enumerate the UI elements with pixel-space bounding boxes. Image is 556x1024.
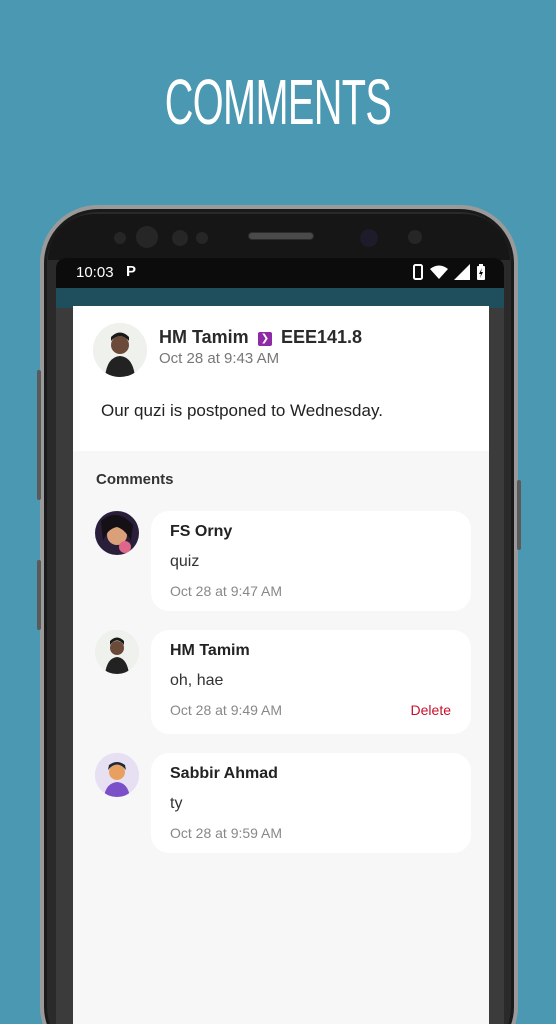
sensor-icon [408, 230, 422, 244]
battery-icon [477, 264, 485, 280]
commenter-avatar[interactable] [95, 511, 139, 555]
phone-side-button [37, 370, 41, 500]
comment-author[interactable]: Sabbir Ahmad [170, 765, 278, 783]
person-avatar-icon [95, 753, 139, 797]
comment-bubble: HM Tamim oh, hae Oct 28 at 9:49 AM Delet… [151, 630, 471, 734]
phone-side-button [37, 560, 41, 630]
comment-timestamp: Oct 28 at 9:49 AM [170, 702, 283, 718]
person-avatar-icon [95, 511, 139, 555]
signal-icon [454, 264, 470, 280]
sensor-icon [196, 232, 208, 244]
post-timestamp: Oct 28 at 9:43 AM [159, 350, 280, 367]
commenter-avatar[interactable] [95, 753, 139, 797]
comment-item: Sabbir Ahmad ty Oct 28 at 9:59 AM [95, 753, 489, 858]
comment-item: FS Orny quiz Oct 28 at 9:47 AM [95, 511, 489, 616]
vibrate-icon [413, 264, 423, 280]
delete-comment-button[interactable]: Delete [411, 702, 451, 718]
app-bar [56, 288, 504, 308]
speaker-grille [248, 232, 314, 240]
app-notification-icon: P [126, 263, 137, 280]
banner-title: COMMENTS [164, 66, 392, 138]
comment-text: oh, hae [170, 672, 224, 689]
post-author[interactable]: HM Tamim [159, 327, 249, 348]
person-avatar-icon [95, 630, 139, 674]
status-bar: 10:03 P [56, 258, 504, 288]
author-avatar[interactable] [93, 323, 147, 377]
chevron-right-icon: ❯ [258, 332, 272, 346]
status-time: 10:03 [76, 264, 114, 281]
comment-timestamp: Oct 28 at 9:47 AM [170, 583, 283, 599]
post-card: HM Tamim ❯ EEE141.8 Oct 28 at 9:43 AM Ou… [73, 306, 489, 451]
comment-bubble: FS Orny quiz Oct 28 at 9:47 AM [151, 511, 471, 611]
sensor-icon [114, 232, 126, 244]
wifi-icon [430, 265, 448, 279]
phone-power-button [517, 480, 521, 550]
comment-text: quiz [170, 553, 200, 570]
phone-screen: 10:03 P HM Tamim ❯ EEE141.8 Oct 28 at 9:… [56, 258, 504, 1024]
post-class-name[interactable]: EEE141.8 [281, 327, 362, 348]
post-body: Our quzi is postponed to Wednesday. [101, 401, 383, 420]
comment-author[interactable]: HM Tamim [170, 642, 250, 660]
sensor-icon [136, 226, 158, 248]
comment-author[interactable]: FS Orny [170, 523, 232, 541]
comments-sheet: HM Tamim ❯ EEE141.8 Oct 28 at 9:43 AM Ou… [73, 306, 489, 1024]
comment-text: ty [170, 795, 183, 812]
comment-item: HM Tamim oh, hae Oct 28 at 9:49 AM Delet… [95, 630, 489, 740]
sensor-icon [172, 230, 188, 246]
comment-timestamp: Oct 28 at 9:59 AM [170, 825, 283, 841]
person-avatar-icon [93, 323, 147, 377]
comment-bubble: Sabbir Ahmad ty Oct 28 at 9:59 AM [151, 753, 471, 853]
front-camera-icon [360, 229, 378, 247]
comments-heading: Comments [96, 471, 174, 488]
commenter-avatar[interactable] [95, 630, 139, 674]
